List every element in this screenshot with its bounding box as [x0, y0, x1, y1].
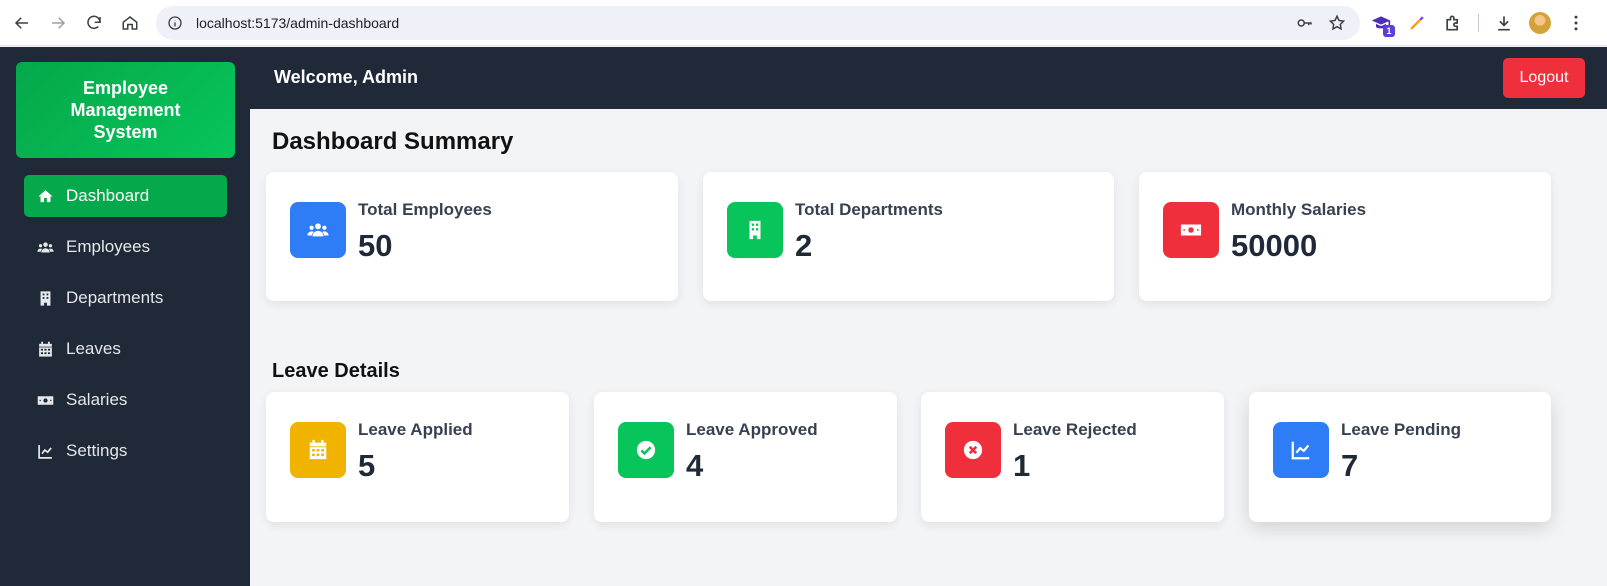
sidebar-item-label: Salaries: [66, 390, 128, 409]
sidebar-item-label: Dashboard: [66, 186, 150, 205]
building-icon: [727, 202, 783, 258]
password-key-icon[interactable]: [1296, 14, 1314, 37]
extension-badge: 1: [1383, 25, 1395, 37]
leave-approved-card: Leave Approved 4: [594, 392, 897, 522]
card-label: Leave Rejected: [1013, 420, 1137, 439]
extension-pen-icon[interactable]: [1406, 12, 1428, 34]
toolbar-divider: [1478, 14, 1479, 32]
money-icon: [36, 391, 54, 409]
home-outline-icon: [122, 15, 138, 30]
card-label: Leave Pending: [1341, 420, 1461, 439]
leave-details-title: Leave Details: [272, 360, 400, 382]
users-icon: [36, 238, 54, 256]
card-value: 50000: [1231, 228, 1318, 263]
sidebar-item-dashboard[interactable]: Dashboard: [24, 175, 227, 217]
total-departments-card: Total Departments 2: [703, 172, 1114, 301]
extensions-area: 1: [1370, 6, 1587, 40]
card-value: 1: [1013, 448, 1031, 483]
sidebar-item-employees[interactable]: Employees: [24, 226, 227, 268]
download-icon[interactable]: [1493, 12, 1515, 34]
card-label: Monthly Salaries: [1231, 200, 1367, 219]
reload-icon: [87, 15, 101, 29]
bookmark-star-icon[interactable]: [1328, 14, 1346, 37]
leave-rejected-card: Leave Rejected 1: [921, 392, 1224, 522]
card-value: 2: [795, 228, 813, 263]
home-icon: [36, 187, 54, 205]
sidebar-menu: Dashboard Employees Departments Leaves S…: [24, 175, 227, 481]
more-menu-icon[interactable]: [1565, 12, 1587, 34]
sidebar-item-salaries[interactable]: Salaries: [24, 379, 227, 421]
top-navbar: Welcome, Admin Logout: [250, 47, 1607, 109]
card-value: 5: [358, 448, 376, 483]
leave-applied-card: Leave Applied 5: [266, 392, 569, 522]
card-label: Total Employees: [358, 200, 492, 219]
sidebar-item-label: Departments: [66, 288, 164, 307]
sidebar-item-label: Leaves: [66, 339, 121, 358]
leave-pending-card: Leave Pending 7: [1249, 392, 1551, 522]
total-employees-card: Total Employees 50: [266, 172, 678, 301]
check-circle-icon: [618, 422, 674, 478]
dashboard-summary-title: Dashboard Summary: [272, 128, 514, 155]
users-icon: [290, 202, 346, 258]
forward-button[interactable]: [40, 5, 76, 41]
address-bar[interactable]: localhost:5173/admin-dashboard: [156, 6, 1360, 40]
sidebar-item-settings[interactable]: Settings: [24, 430, 227, 472]
chart-line-icon: [36, 442, 54, 460]
calendar-icon: [290, 422, 346, 478]
url-text[interactable]: localhost:5173/admin-dashboard: [196, 15, 399, 31]
card-label: Leave Approved: [686, 420, 818, 439]
calendar-icon: [36, 340, 54, 358]
reload-button[interactable]: [76, 5, 112, 41]
brand-title: Employee Management System: [16, 62, 235, 158]
sidebar: Employee Management System Dashboard Emp…: [0, 47, 250, 586]
extension-grad-cap-icon[interactable]: 1: [1370, 12, 1395, 37]
arrow-left-icon: [14, 16, 28, 29]
money-icon: [1163, 202, 1219, 258]
welcome-text: Welcome, Admin: [274, 67, 419, 87]
card-value: 7: [1341, 448, 1359, 483]
sidebar-item-label: Settings: [66, 441, 128, 460]
sidebar-item-label: Employees: [66, 237, 151, 256]
browser-toolbar: localhost:5173/admin-dashboard 1: [0, 0, 1607, 46]
card-value: 50: [358, 228, 393, 263]
logout-button[interactable]: Logout: [1503, 58, 1585, 98]
chart-line-icon: [1273, 422, 1329, 478]
card-value: 4: [686, 448, 704, 483]
arrow-right-icon: [52, 16, 66, 29]
card-label: Leave Applied: [358, 420, 473, 439]
site-info-icon[interactable]: [166, 14, 184, 32]
back-button[interactable]: [4, 5, 40, 41]
building-icon: [36, 289, 54, 307]
extensions-puzzle-icon[interactable]: [1442, 12, 1464, 34]
home-button[interactable]: [112, 5, 148, 41]
profile-avatar[interactable]: [1529, 12, 1551, 34]
x-circle-icon: [945, 422, 1001, 478]
monthly-salaries-card: Monthly Salaries 50000: [1139, 172, 1551, 301]
sidebar-item-leaves[interactable]: Leaves: [24, 328, 227, 370]
card-label: Total Departments: [795, 200, 943, 219]
sidebar-item-departments[interactable]: Departments: [24, 277, 227, 319]
